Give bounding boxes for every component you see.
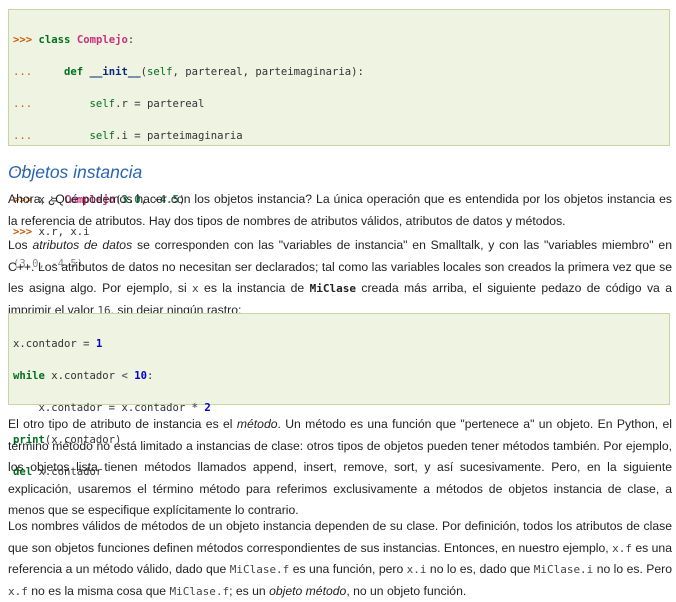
text: no lo es. Pero <box>593 562 672 577</box>
inline-code: MiClase <box>309 282 356 296</box>
emphasis: método <box>236 417 278 431</box>
text: . Un método es una función que "pertenec… <box>8 417 673 518</box>
code-line: >>> class Complejo: <box>13 34 135 46</box>
text: ; es un <box>229 583 270 598</box>
text: es la instancia de <box>198 281 310 296</box>
code-line: ... self.r = partereal <box>13 98 205 110</box>
inline-code: MiClase.f <box>169 584 230 598</box>
inline-code: x <box>192 282 199 296</box>
paragraph: Los atributos de datos se corresponden c… <box>8 235 672 321</box>
inline-code: MiClase.i <box>533 563 594 577</box>
text: no lo es, dado que <box>426 562 534 577</box>
code-block-class-definition: >>> class Complejo: ... def __init__(sel… <box>8 9 670 270</box>
inline-code: x.f <box>8 584 28 598</box>
inline-code: x.f <box>612 541 632 555</box>
emphasis: objeto método <box>269 583 347 598</box>
emphasis: atributos de datos <box>32 238 133 252</box>
text: Los nombres válidos de métodos de un obj… <box>8 519 672 555</box>
paragraph: Los nombres válidos de métodos de un obj… <box>8 516 672 602</box>
inline-code: x.i <box>406 563 427 577</box>
text: , no un objeto función. <box>346 583 467 598</box>
paragraph: Ahora, ¿Qué podemos hacer con los objeto… <box>8 192 672 228</box>
code-line: x.contador = 1 <box>13 338 103 350</box>
paragraph: El otro tipo de atributo de instancia es… <box>8 414 672 522</box>
text: Los <box>8 238 33 252</box>
section-title: Objetos instancia <box>8 162 143 182</box>
text: no es la misma cosa que <box>27 583 170 598</box>
text: es una función, pero <box>289 562 407 577</box>
text: El otro tipo de atributo de instancia es… <box>8 417 237 431</box>
code-line: ... self.i = parteimaginaria <box>13 130 243 142</box>
code-line: ... def __init__(self, partereal, partei… <box>13 66 364 78</box>
code-line: while x.contador < 10: <box>13 370 154 382</box>
inline-code: MiClase.f <box>229 563 290 577</box>
code-block-contador: x.contador = 1 while x.contador < 10: x.… <box>8 313 670 478</box>
